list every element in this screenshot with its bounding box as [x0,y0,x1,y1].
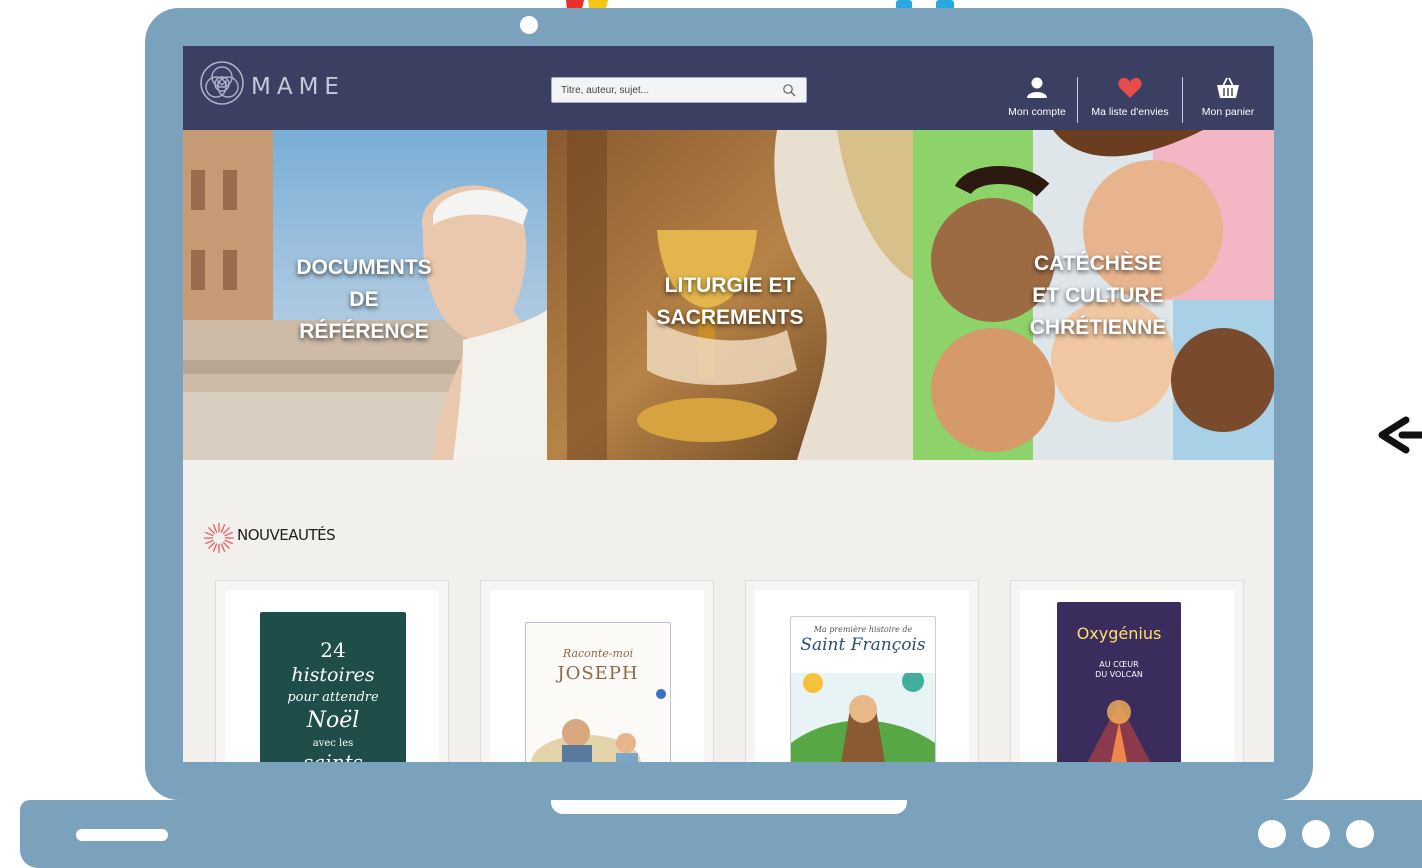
category-title: DOCUMENTS DE RÉFÉRENCE [296,256,432,343]
hero-categories: DOCUMENTS DE RÉFÉRENCE LITURGIE ET SACRE… [183,130,1274,460]
search-input[interactable] [552,78,781,102]
book-card[interactable]: Oxygénius AU CŒUR DU VOLCAN [1010,580,1244,762]
category-panel-documents[interactable]: DOCUMENTS DE RÉFÉRENCE [183,130,547,460]
category-panel-catechese[interactable]: CATÉCHÈSE ET CULTURE CHRÉTIENNE [913,130,1274,460]
logo-text: MAME [251,74,345,100]
cover-text: Noël [306,708,360,733]
basket-icon [1217,77,1239,98]
book-card-inner: Oxygénius AU CŒUR DU VOLCAN [1020,590,1234,762]
section-title: NOUVEAUTÉS [237,526,336,544]
site-header: MAME Mon compte Ma liste d'envi [183,46,1274,130]
cover-text: JOSEPH [557,663,639,684]
cover-text: histoires [291,664,375,686]
cart-label: Mon panier [1201,106,1255,118]
cover-badge [656,689,666,699]
cover-text: pour attendre [287,690,379,705]
book-cover[interactable]: Ma première histoire de Saint François [790,616,936,762]
cover-illustration [1087,700,1151,762]
cover-text: DU VOLCAN [1095,670,1143,679]
account-label: Mon compte [1008,106,1066,118]
account-link[interactable]: Mon compte [1002,74,1072,124]
cart-link[interactable]: Mon panier [1194,74,1262,124]
cover-text: AU CŒUR [1099,660,1139,669]
laptop-dot [1258,820,1286,848]
cover-text: Ma première histoire de [813,625,913,634]
mame-logo-icon[interactable] [199,60,245,106]
cover-text: avec les [312,738,354,749]
wishlist-link[interactable]: Ma liste d'envies [1078,74,1182,124]
category-title: CATÉCHÈSE ET CULTURE CHRÉTIENNE [1029,252,1167,339]
webcam-dot [520,16,538,34]
book-card-inner: 24 histoires pour attendre Noël avec les… [225,590,439,762]
laptop-notch [551,800,907,814]
laptop-slot [76,829,168,841]
cover-text: 24 [320,638,346,662]
laptop-dot [1302,820,1330,848]
search-icon[interactable] [782,83,796,97]
category-panel-liturgie[interactable]: LITURGIE ET SACREMENTS [547,130,913,460]
new-releases-section: NOUVEAUTÉS 24 histoires pour attendre No… [183,460,1274,762]
category-title: LITURGIE ET SACREMENTS [656,274,804,329]
browser-screen: MAME Mon compte Ma liste d'envi [183,46,1274,762]
book-cover[interactable]: Raconte-moi JOSEPH [525,622,671,762]
cover-text: Raconte-moi [562,647,634,660]
book-card-inner: Raconte-moi JOSEPH [490,590,704,762]
book-card[interactable]: Ma première histoire de Saint François [745,580,979,762]
heart-icon [1118,77,1142,98]
user-icon [1027,77,1047,98]
book-cover[interactable]: Oxygénius AU CŒUR DU VOLCAN [1057,602,1181,762]
search-bar [551,77,807,103]
book-card-inner: Ma première histoire de Saint François [755,590,969,762]
cover-text: Saint François [800,635,926,655]
book-card[interactable]: Raconte-moi JOSEPH [480,580,714,762]
cover-illustration [791,673,935,762]
sunburst-icon [204,523,234,553]
nav-divider [1182,77,1183,123]
decorative-arrow [1376,414,1422,456]
wishlist-label: Ma liste d'envies [1091,106,1169,118]
cover-illustration [531,719,641,762]
book-card[interactable]: 24 histoires pour attendre Noël avec les… [215,580,449,762]
laptop-dot [1346,820,1374,848]
cover-text: Oxygénius [1076,624,1162,643]
book-cover[interactable]: 24 histoires pour attendre Noël avec les… [260,612,406,762]
cover-text: saints [303,750,363,762]
